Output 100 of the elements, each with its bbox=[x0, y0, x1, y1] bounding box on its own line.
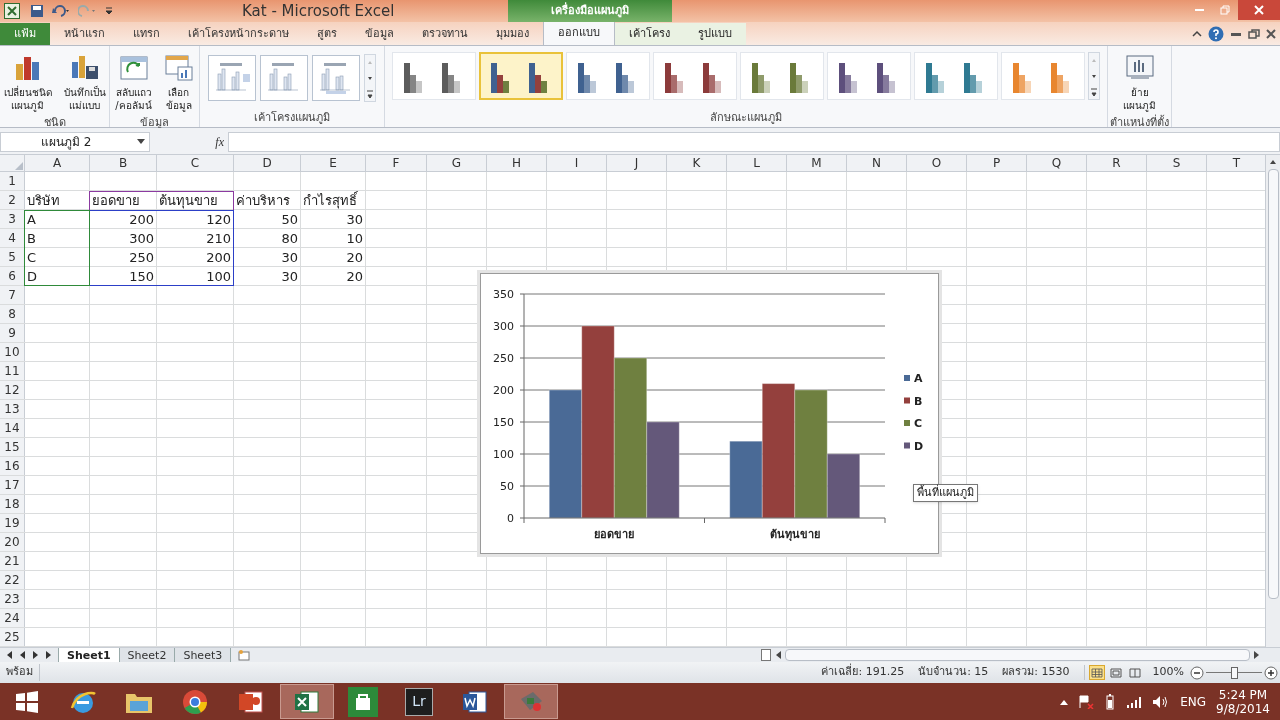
lightroom-icon[interactable]: Lr bbox=[405, 687, 433, 716]
column-header[interactable]: F bbox=[366, 155, 427, 171]
formula-field[interactable] bbox=[228, 132, 1280, 152]
row-header[interactable]: 9 bbox=[0, 324, 25, 342]
chart-style-thumbnail[interactable] bbox=[566, 52, 650, 100]
zoom-slider-thumb[interactable] bbox=[1231, 666, 1238, 679]
column-header[interactable]: C bbox=[157, 155, 234, 171]
vertical-scrollbar[interactable] bbox=[1265, 155, 1280, 647]
row-header[interactable]: 19 bbox=[0, 514, 25, 532]
sheet-tab[interactable]: Sheet1 bbox=[58, 647, 120, 663]
ribbon-tab[interactable]: ข้อมูล bbox=[351, 23, 408, 45]
row-header[interactable]: 24 bbox=[0, 609, 25, 627]
help-icon[interactable] bbox=[1208, 26, 1224, 42]
ribbon-tab[interactable]: เค้าโครงหน้ากระดาษ bbox=[174, 23, 303, 45]
chart-layout-thumbnail[interactable] bbox=[208, 55, 256, 101]
signal-icon[interactable] bbox=[1126, 695, 1143, 708]
row-header[interactable]: 21 bbox=[0, 552, 25, 570]
column-header[interactable]: M bbox=[787, 155, 847, 171]
taskbar-item[interactable]: Lr bbox=[392, 684, 446, 719]
ribbon-tab[interactable]: ออกแบบ bbox=[543, 21, 615, 45]
row-header[interactable]: 4 bbox=[0, 229, 25, 247]
column-header[interactable]: O bbox=[907, 155, 967, 171]
ribbon-button[interactable]: สลับแถว /คอลัมน์ bbox=[111, 50, 156, 116]
windows-logo-icon[interactable] bbox=[15, 689, 39, 714]
row-header[interactable]: 13 bbox=[0, 400, 25, 418]
zoom-level[interactable]: 100% bbox=[1152, 664, 1184, 681]
row-header[interactable]: 22 bbox=[0, 571, 25, 589]
shopping-bag-icon[interactable] bbox=[348, 686, 378, 717]
input-language[interactable]: ENG bbox=[1180, 692, 1207, 711]
row-header[interactable]: 25 bbox=[0, 628, 25, 646]
row-header[interactable]: 23 bbox=[0, 590, 25, 608]
row-header[interactable]: 17 bbox=[0, 476, 25, 494]
clock-date[interactable]: 9/8/2014 bbox=[1216, 701, 1270, 716]
split-handle[interactable] bbox=[761, 649, 772, 661]
ribbon-button[interactable]: เลือก ข้อมูล bbox=[159, 50, 198, 116]
row-header[interactable]: 2 bbox=[0, 191, 25, 209]
spreadsheet-icon[interactable] bbox=[294, 688, 320, 715]
row-header[interactable]: 3 bbox=[0, 210, 25, 228]
chart-style-thumbnail[interactable] bbox=[653, 52, 737, 100]
chart-style-thumbnail[interactable] bbox=[827, 52, 911, 100]
chart-style-thumbnail[interactable] bbox=[1001, 52, 1085, 100]
row-header[interactable]: 15 bbox=[0, 438, 25, 456]
view-button[interactable] bbox=[1126, 665, 1143, 680]
zoom-slider[interactable] bbox=[1206, 665, 1262, 680]
zoom-out-icon[interactable] bbox=[1190, 665, 1204, 680]
expand-gallery-icon[interactable] bbox=[1089, 85, 1099, 99]
clock-time[interactable]: 5:24 PM bbox=[1218, 687, 1268, 702]
row-header[interactable]: 18 bbox=[0, 495, 25, 513]
ribbon-tab[interactable]: หน้าแรก bbox=[50, 23, 119, 45]
battery-icon[interactable] bbox=[1104, 693, 1117, 710]
ribbon-tab[interactable]: เค้าโครง bbox=[615, 23, 684, 45]
zoom-in-icon[interactable] bbox=[1264, 665, 1278, 680]
sheet-tab[interactable]: Sheet2 bbox=[119, 647, 176, 663]
row-header[interactable]: 14 bbox=[0, 419, 25, 437]
chart-layout-thumbnail[interactable] bbox=[260, 55, 308, 101]
chart-style-thumbnail[interactable] bbox=[479, 52, 563, 100]
row-header[interactable]: 12 bbox=[0, 381, 25, 399]
column-header[interactable]: P bbox=[967, 155, 1027, 171]
ribbon-button[interactable]: บันทึกเป็น แม่แบบ bbox=[59, 50, 110, 116]
ribbon-tab[interactable]: สูตร bbox=[303, 23, 351, 45]
ribbon-tab[interactable]: มุมมอง bbox=[482, 23, 543, 45]
close-button[interactable] bbox=[1238, 0, 1280, 20]
chart-style-thumbnail[interactable] bbox=[740, 52, 824, 100]
column-header[interactable]: B bbox=[90, 155, 157, 171]
column-header[interactable]: R bbox=[1087, 155, 1147, 171]
document-icon[interactable] bbox=[462, 688, 488, 715]
ribbon-button[interactable]: ย้าย แผนภูมิ bbox=[1119, 50, 1160, 116]
flag-icon[interactable] bbox=[1078, 694, 1095, 709]
undo-icon[interactable] bbox=[52, 4, 72, 18]
restore-icon[interactable] bbox=[1248, 29, 1260, 39]
row-header[interactable]: 1 bbox=[0, 172, 25, 190]
chart-style-thumbnail[interactable] bbox=[392, 52, 476, 100]
name-box[interactable]: แผนภูมิ 2 bbox=[0, 132, 150, 152]
row-header[interactable]: 11 bbox=[0, 362, 25, 380]
ribbon-button[interactable]: เปลี่ยนชนิด แผนภูมิ bbox=[0, 50, 56, 116]
ribbon-tab[interactable]: ตรวจทาน bbox=[408, 23, 482, 45]
horizontal-scrollbar[interactable] bbox=[775, 648, 1260, 662]
customize-arrow-icon[interactable] bbox=[104, 5, 114, 17]
column-header[interactable]: D bbox=[234, 155, 301, 171]
column-header[interactable]: N bbox=[847, 155, 907, 171]
column-header[interactable]: A bbox=[25, 155, 90, 171]
row-header[interactable]: 5 bbox=[0, 248, 25, 266]
column-header[interactable]: S bbox=[1147, 155, 1207, 171]
collapse-ribbon-icon[interactable] bbox=[1192, 30, 1202, 38]
column-header[interactable]: E bbox=[301, 155, 366, 171]
scroll-right-icon[interactable] bbox=[1252, 650, 1260, 660]
show-hidden-icon[interactable] bbox=[1060, 698, 1069, 705]
row-header[interactable]: 8 bbox=[0, 305, 25, 323]
column-header[interactable]: I bbox=[547, 155, 607, 171]
row-header[interactable]: 7 bbox=[0, 286, 25, 304]
column-header[interactable]: J bbox=[607, 155, 667, 171]
row-header[interactable]: 10 bbox=[0, 343, 25, 361]
view-button[interactable] bbox=[1088, 665, 1105, 680]
sheet-tab[interactable]: Sheet3 bbox=[175, 647, 232, 663]
ribbon-tab[interactable]: แฟ้ม bbox=[0, 23, 50, 45]
taskbar-item[interactable] bbox=[280, 684, 334, 719]
row-header[interactable]: 20 bbox=[0, 533, 25, 551]
column-header[interactable]: H bbox=[487, 155, 547, 171]
expand-gallery-icon[interactable] bbox=[365, 87, 375, 101]
column-header[interactable]: Q bbox=[1027, 155, 1087, 171]
